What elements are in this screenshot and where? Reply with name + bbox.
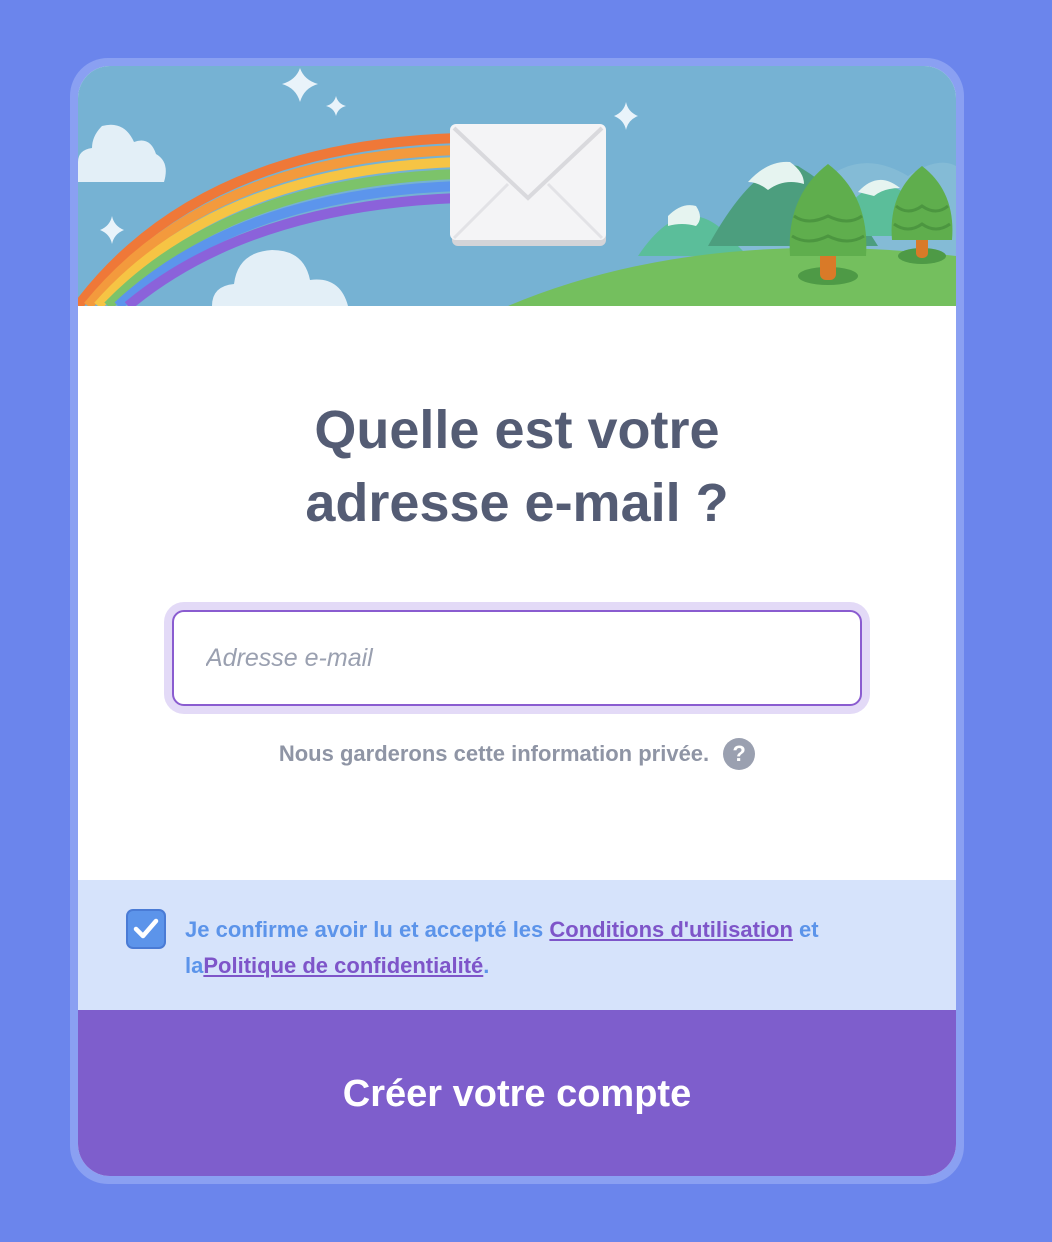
page-title: Quelle est votre adresse e-mail ?: [78, 394, 956, 540]
page-title-line-2: adresse e-mail ?: [305, 473, 729, 533]
privacy-note: Nous garderons cette information privée.: [278, 741, 710, 766]
terms-text: Je confirme avoir lu et accepté les Cond…: [185, 912, 905, 984]
help-icon[interactable]: ?: [723, 738, 756, 770]
privacy-note-row: Nous garderons cette information privée.…: [78, 736, 956, 772]
header-illustration-svg: [78, 66, 956, 306]
envelope-icon: [450, 124, 606, 246]
terms-of-use-link[interactable]: Conditions d'utilisation: [549, 917, 793, 942]
terms-prefix: Je confirme avoir lu et accepté les: [185, 917, 550, 942]
privacy-policy-link[interactable]: Politique de confidentialité: [203, 953, 483, 978]
email-input[interactable]: [172, 610, 862, 706]
header-illustration: [78, 66, 956, 306]
terms-checkbox[interactable]: [126, 909, 166, 949]
create-account-button[interactable]: Créer votre compte: [78, 1010, 956, 1176]
checkmark-icon: [133, 918, 159, 939]
signup-modal: Quelle est votre adresse e-mail ? Nous g…: [78, 66, 956, 1176]
terms-suffix: .: [483, 953, 490, 978]
page-title-line-1: Quelle est votre: [314, 400, 720, 460]
